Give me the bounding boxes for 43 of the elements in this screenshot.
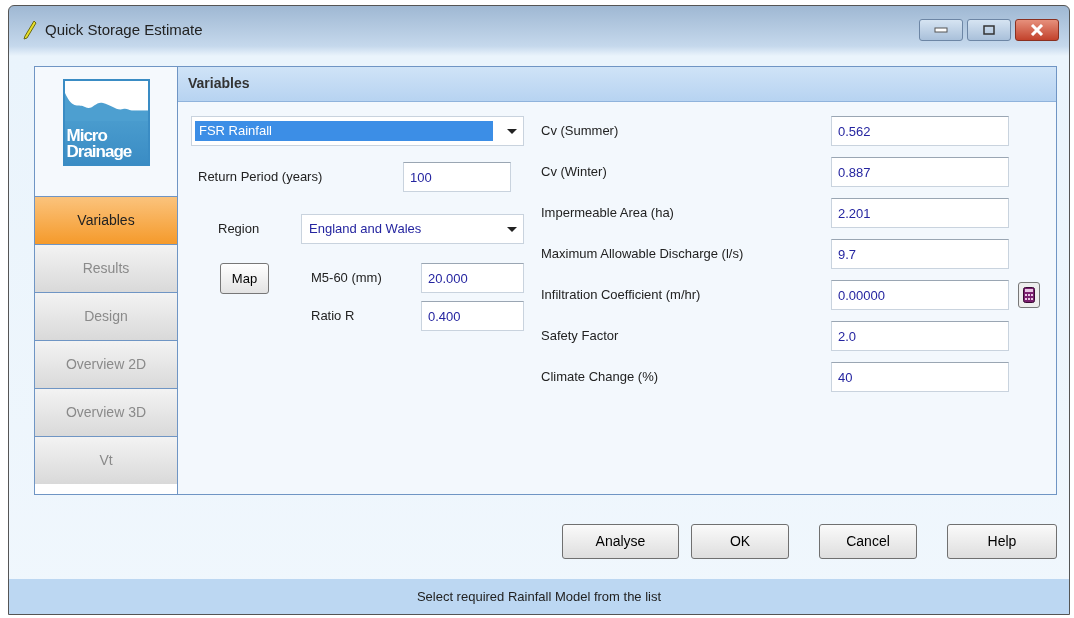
field-label: Cv (Winter) bbox=[541, 163, 608, 182]
close-button[interactable] bbox=[1015, 19, 1059, 41]
region-dropdown[interactable]: England and Wales bbox=[301, 214, 524, 244]
value-field[interactable]: 0.887 bbox=[831, 157, 1009, 187]
value-field[interactable]: 2.0 bbox=[831, 321, 1009, 351]
m5-60-field[interactable]: 20.000 bbox=[421, 263, 524, 293]
field-label: Cv (Summer) bbox=[541, 122, 620, 141]
close-icon bbox=[1030, 24, 1044, 36]
value-field[interactable]: 9.7 bbox=[831, 239, 1009, 269]
minimize-icon bbox=[934, 27, 948, 33]
value-field[interactable]: 2.201 bbox=[831, 198, 1009, 228]
field-label: Region bbox=[218, 220, 261, 239]
dialog-button[interactable]: OK bbox=[691, 524, 789, 559]
value-field[interactable]: 0.00000 bbox=[831, 280, 1009, 310]
return-period-field[interactable]: 100 bbox=[403, 162, 511, 192]
field-label: Climate Change (%) bbox=[541, 368, 660, 387]
dialog-button[interactable]: Help bbox=[947, 524, 1057, 559]
field-label: Infiltration Coefficient (m/hr) bbox=[541, 286, 702, 305]
panel-header: Variables bbox=[178, 67, 1056, 102]
field-label: M5-60 (mm) bbox=[311, 269, 383, 288]
field-label: Ratio R bbox=[311, 307, 356, 326]
status-bar: Select required Rainfall Model from the list bbox=[9, 579, 1069, 614]
field-label: Impermeable Area (ha) bbox=[541, 204, 675, 223]
field-label: Return Period (years) bbox=[197, 168, 324, 187]
value-field[interactable]: 40 bbox=[831, 362, 1009, 392]
maximize-icon bbox=[983, 25, 995, 35]
value-field[interactable]: 0.562 bbox=[831, 116, 1009, 146]
dialog-button[interactable]: Analyse bbox=[562, 524, 679, 559]
caret-icon bbox=[507, 128, 517, 134]
minimize-button[interactable] bbox=[919, 19, 963, 41]
maximize-button[interactable] bbox=[967, 19, 1011, 41]
pencil-icon bbox=[23, 20, 37, 40]
map-button[interactable]: Map bbox=[220, 263, 269, 294]
dialog-button[interactable]: Cancel bbox=[819, 524, 917, 559]
window-title: Quick Storage Estimate bbox=[45, 19, 203, 40]
ratio-r-field[interactable]: 0.400 bbox=[421, 301, 524, 331]
sidebar-tab[interactable]: Variables bbox=[35, 196, 177, 244]
calculator-button[interactable] bbox=[1018, 282, 1040, 308]
caret-icon bbox=[507, 226, 517, 232]
calculator-icon bbox=[1023, 287, 1035, 303]
field-label: Maximum Allowable Discharge (l/s) bbox=[541, 245, 745, 264]
field-label: Safety Factor bbox=[541, 327, 620, 346]
logo: Micro Drainage bbox=[62, 79, 150, 166]
